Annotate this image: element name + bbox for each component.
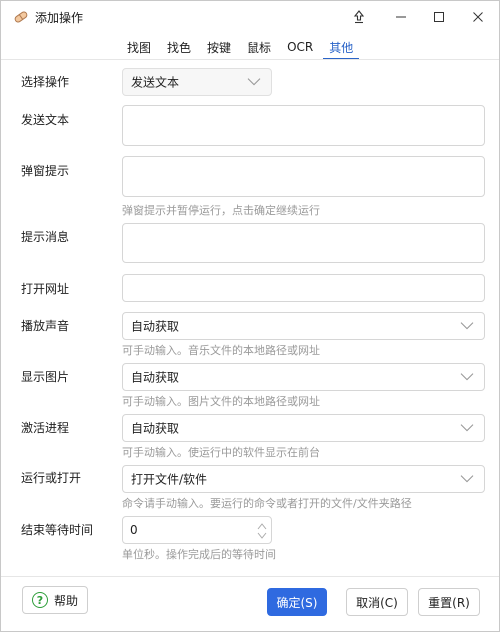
minimize-icon	[396, 16, 406, 18]
minimize-button[interactable]	[380, 1, 422, 33]
select-action-value: 发送文本	[131, 75, 180, 90]
app-icon	[13, 9, 29, 25]
help-icon: ?	[31, 592, 48, 608]
popup-tip-label: 弹窗提示	[21, 164, 70, 178]
open-url-input[interactable]	[122, 274, 485, 302]
tab-other[interactable]: 其他	[321, 35, 361, 60]
end-wait-value: 0	[130, 523, 138, 537]
chevron-down-icon[interactable]	[460, 424, 474, 432]
chevron-down-icon[interactable]	[460, 475, 474, 483]
run-or-open-label: 运行或打开	[21, 471, 82, 485]
spin-arrows-icon[interactable]	[257, 521, 267, 541]
tab-divider	[1, 59, 499, 60]
close-icon	[473, 12, 483, 22]
maximize-icon	[434, 12, 444, 22]
play-sound-label: 播放声音	[21, 319, 70, 333]
popup-tip-hint: 弹窗提示并暂停运行，点击确定继续运行	[122, 204, 320, 217]
pin-button[interactable]	[338, 1, 380, 33]
title-bar: 添加操作	[1, 1, 499, 33]
show-image-combobox[interactable]: 自动获取	[122, 363, 485, 391]
window-title: 添加操作	[35, 11, 84, 25]
end-wait-hint: 单位秒。操作完成后的等待时间	[122, 548, 276, 561]
tab-mouse[interactable]: 鼠标	[239, 35, 279, 59]
activate-process-combobox[interactable]: 自动获取	[122, 414, 485, 442]
show-image-hint: 可手动输入。图片文件的本地路径或网址	[122, 395, 320, 408]
end-wait-label: 结束等待时间	[21, 523, 94, 537]
activate-process-hint: 可手动输入。使运行中的软件显示在前台	[122, 446, 320, 459]
show-image-value: 自动获取	[131, 370, 180, 385]
dialog-window: 添加操作 找图 找色 按键 鼠标 OCR 其他 选择操作 发送文本 发送文本 弹…	[0, 0, 500, 632]
tab-find-image[interactable]: 找图	[119, 35, 159, 59]
popup-tip-input[interactable]	[122, 156, 485, 197]
reset-button[interactable]: 重置(R)	[418, 588, 480, 616]
ok-button[interactable]: 确定(S)	[267, 588, 327, 616]
select-action-dropdown[interactable]: 发送文本	[122, 68, 272, 96]
open-url-label: 打开网址	[21, 282, 70, 296]
end-wait-spinbox[interactable]: 0	[122, 516, 272, 544]
close-button[interactable]	[457, 1, 499, 33]
run-or-open-value: 打开文件/软件	[131, 472, 208, 487]
footer-divider	[1, 576, 499, 577]
select-action-label: 选择操作	[21, 75, 70, 89]
tab-find-color[interactable]: 找色	[159, 35, 199, 59]
show-image-label: 显示图片	[21, 370, 70, 384]
play-sound-combobox[interactable]: 自动获取	[122, 312, 485, 340]
help-button-label: 帮助	[53, 593, 78, 608]
tab-bar: 找图 找色 按键 鼠标 OCR 其他	[119, 35, 361, 60]
cancel-button[interactable]: 取消(C)	[346, 588, 408, 616]
tip-message-label: 提示消息	[21, 230, 70, 244]
run-or-open-combobox[interactable]: 打开文件/软件	[122, 465, 485, 493]
send-text-label: 发送文本	[21, 113, 70, 127]
help-button[interactable]: ? 帮助	[22, 586, 88, 614]
tip-message-input[interactable]	[122, 223, 485, 263]
pin-icon	[353, 10, 365, 24]
chevron-down-icon[interactable]	[460, 322, 474, 330]
activate-process-label: 激活进程	[21, 421, 70, 435]
tab-ocr[interactable]: OCR	[279, 35, 321, 59]
play-sound-hint: 可手动输入。音乐文件的本地路径或网址	[122, 344, 320, 357]
run-or-open-hint: 命令请手动输入。要运行的命令或者打开的文件/文件夹路径	[122, 497, 412, 510]
activate-process-value: 自动获取	[131, 421, 180, 436]
send-text-input[interactable]	[122, 105, 485, 146]
chevron-down-icon	[247, 78, 261, 86]
play-sound-value: 自动获取	[131, 319, 180, 334]
tab-keys[interactable]: 按键	[199, 35, 239, 59]
maximize-button[interactable]	[418, 1, 460, 33]
chevron-down-icon[interactable]	[460, 373, 474, 381]
